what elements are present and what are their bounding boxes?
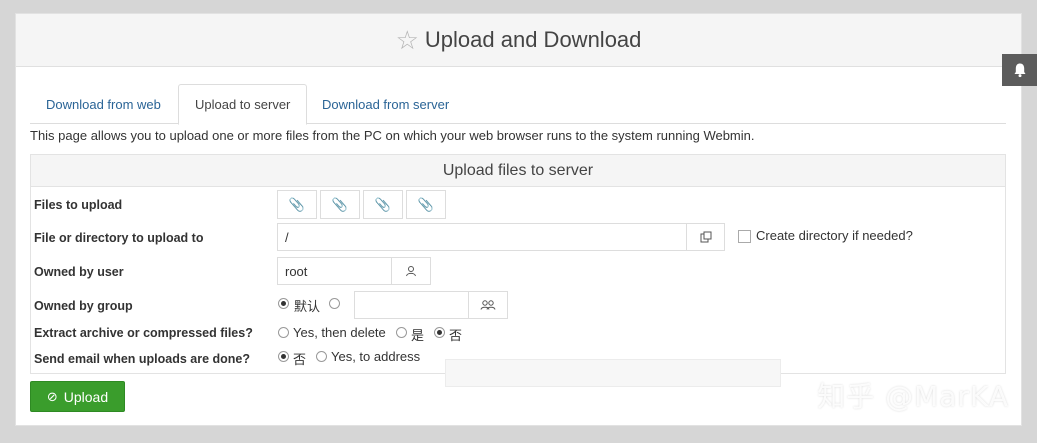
bell-icon: [1014, 63, 1025, 78]
group-icon: [480, 300, 496, 310]
create-dir-label: Create directory if needed?: [756, 228, 913, 243]
extract-delete-radio[interactable]: [278, 327, 289, 338]
extract-no-radio[interactable]: [434, 327, 445, 338]
email-yes-radio[interactable]: [316, 351, 327, 362]
watermark: 知乎 @MarKA: [817, 380, 1009, 413]
main-panel: ☆ Upload and Download Download from web …: [15, 13, 1022, 426]
paperclip-icon: 📎: [288, 196, 306, 212]
create-dir-checkbox[interactable]: [738, 230, 751, 243]
notifications-button[interactable]: [1002, 54, 1037, 86]
group-default-label: 默认: [294, 299, 321, 314]
user-chooser-button[interactable]: [391, 257, 431, 285]
owned-by-group-label: Owned by group: [34, 299, 133, 313]
extract-delete-label: Yes, then delete: [293, 325, 386, 340]
email-yes-label: Yes, to address: [331, 349, 421, 364]
upload-button[interactable]: ⊘ Upload: [30, 381, 125, 412]
email-address-input[interactable]: [445, 359, 781, 387]
owner-group-input[interactable]: [354, 291, 469, 319]
copy-icon: [700, 231, 711, 243]
tab-bar: Download from web Upload to server Downl…: [30, 84, 1006, 125]
page-title: Upload and Download: [424, 27, 642, 52]
paperclip-icon: 📎: [374, 196, 392, 212]
file-select-button-4[interactable]: 📎: [406, 190, 446, 219]
group-custom-radio[interactable]: [329, 298, 340, 309]
tab-download-from-web[interactable]: Download from web: [30, 84, 177, 125]
extract-yes-radio[interactable]: [396, 327, 407, 338]
check-circle-icon: ⊘: [46, 388, 58, 404]
upload-button-label: Upload: [63, 388, 109, 405]
tab-upload-to-server[interactable]: Upload to server: [178, 84, 308, 125]
owner-user-input[interactable]: root: [277, 257, 392, 285]
dir-chooser-button[interactable]: [686, 223, 725, 251]
extract-yes-label: 是: [411, 328, 425, 343]
upload-form: Upload files to server Files to upload 📎…: [30, 154, 1006, 387]
email-no-label: 否: [293, 352, 307, 367]
upload-dir-label: File or directory to upload to: [34, 231, 204, 245]
file-select-button-1[interactable]: 📎: [277, 190, 317, 219]
form-title: Upload files to server: [31, 155, 1005, 187]
panel-header: ☆ Upload and Download: [16, 14, 1021, 67]
email-no-radio[interactable]: [278, 351, 289, 362]
paperclip-icon: 📎: [417, 196, 435, 212]
file-select-button-2[interactable]: 📎: [320, 190, 360, 219]
tab-download-from-server[interactable]: Download from server: [306, 84, 465, 125]
group-chooser-button[interactable]: [468, 291, 508, 319]
user-icon: [406, 266, 416, 277]
files-to-upload-label: Files to upload: [34, 198, 123, 212]
star-outline-icon[interactable]: ☆: [396, 27, 419, 53]
extract-no-label: 否: [449, 328, 463, 343]
paperclip-icon: 📎: [331, 196, 349, 212]
group-default-radio[interactable]: [278, 298, 289, 309]
intro-text: This page allows you to upload one or mo…: [30, 128, 755, 143]
extract-label: Extract archive or compressed files?: [34, 326, 253, 340]
file-select-button-3[interactable]: 📎: [363, 190, 403, 219]
email-label: Send email when uploads are done?: [34, 352, 251, 366]
owned-by-user-label: Owned by user: [34, 265, 124, 279]
upload-dir-input[interactable]: /: [277, 223, 687, 251]
